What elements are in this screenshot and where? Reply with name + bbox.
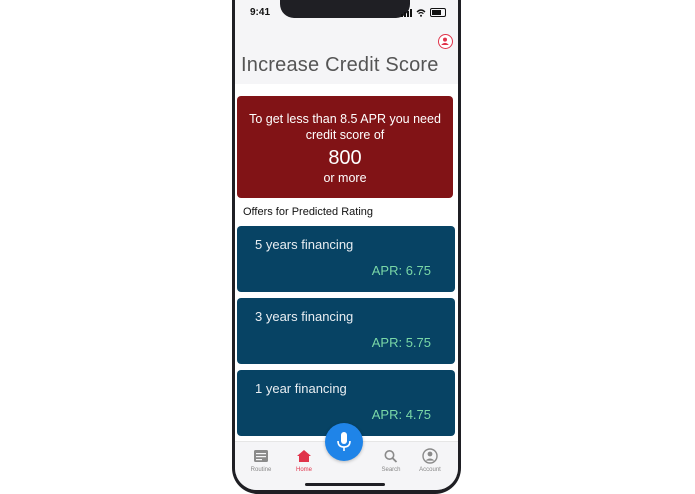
search-icon [384, 450, 398, 463]
status-bar: 9:41 [235, 0, 458, 24]
voice-input-button[interactable] [325, 423, 363, 461]
page-title: Increase Credit Score [241, 54, 439, 76]
tab-account[interactable]: Account [410, 448, 450, 473]
offer-apr: APR: 6.75 [371, 263, 431, 278]
account-icon [422, 448, 438, 464]
tab-home[interactable]: Home [284, 448, 324, 473]
offers-section-title: Offers for Predicted Rating [243, 206, 374, 218]
tab-label: Account [419, 467, 441, 473]
offer-title: 3 years financing [255, 309, 354, 324]
score-message: To get less than 8.5 APR you need credit… [249, 112, 441, 142]
credit-score-card: To get less than 8.5 APR you need credit… [237, 96, 453, 198]
home-indicator [305, 483, 385, 486]
tab-label: Search [381, 467, 401, 473]
app-screen: 9:41 Increase Credit Score To get less t… [235, 0, 458, 490]
routine-icon [254, 450, 268, 462]
mic-icon [337, 432, 351, 451]
offer-title: 5 years financing [255, 237, 354, 252]
tab-routine[interactable]: Routine [241, 448, 281, 473]
offer-card-5-years[interactable]: 5 years financing APR: 6.75 [237, 226, 455, 292]
app-header: Increase Credit Score [235, 24, 458, 84]
notch [280, 0, 410, 18]
home-icon [297, 450, 311, 462]
profile-icon[interactable] [438, 34, 453, 49]
tab-search[interactable]: Search [371, 448, 411, 473]
tab-label: Routine [250, 467, 272, 473]
signal-icon [401, 8, 412, 17]
status-icons [401, 8, 446, 17]
phone-frame: 9:41 Increase Credit Score To get less t… [232, 0, 461, 494]
battery-icon [430, 8, 446, 17]
offer-title: 1 year financing [255, 381, 347, 396]
offer-apr: APR: 4.75 [371, 407, 431, 422]
tab-label: Home [295, 467, 312, 473]
score-suffix: or more [323, 171, 367, 185]
target-credit-score: 800 [328, 147, 362, 169]
wifi-icon [416, 8, 426, 17]
offer-card-3-years[interactable]: 3 years financing APR: 5.75 [237, 298, 455, 364]
offer-apr: APR: 5.75 [371, 335, 431, 350]
status-time: 9:41 [250, 7, 271, 18]
